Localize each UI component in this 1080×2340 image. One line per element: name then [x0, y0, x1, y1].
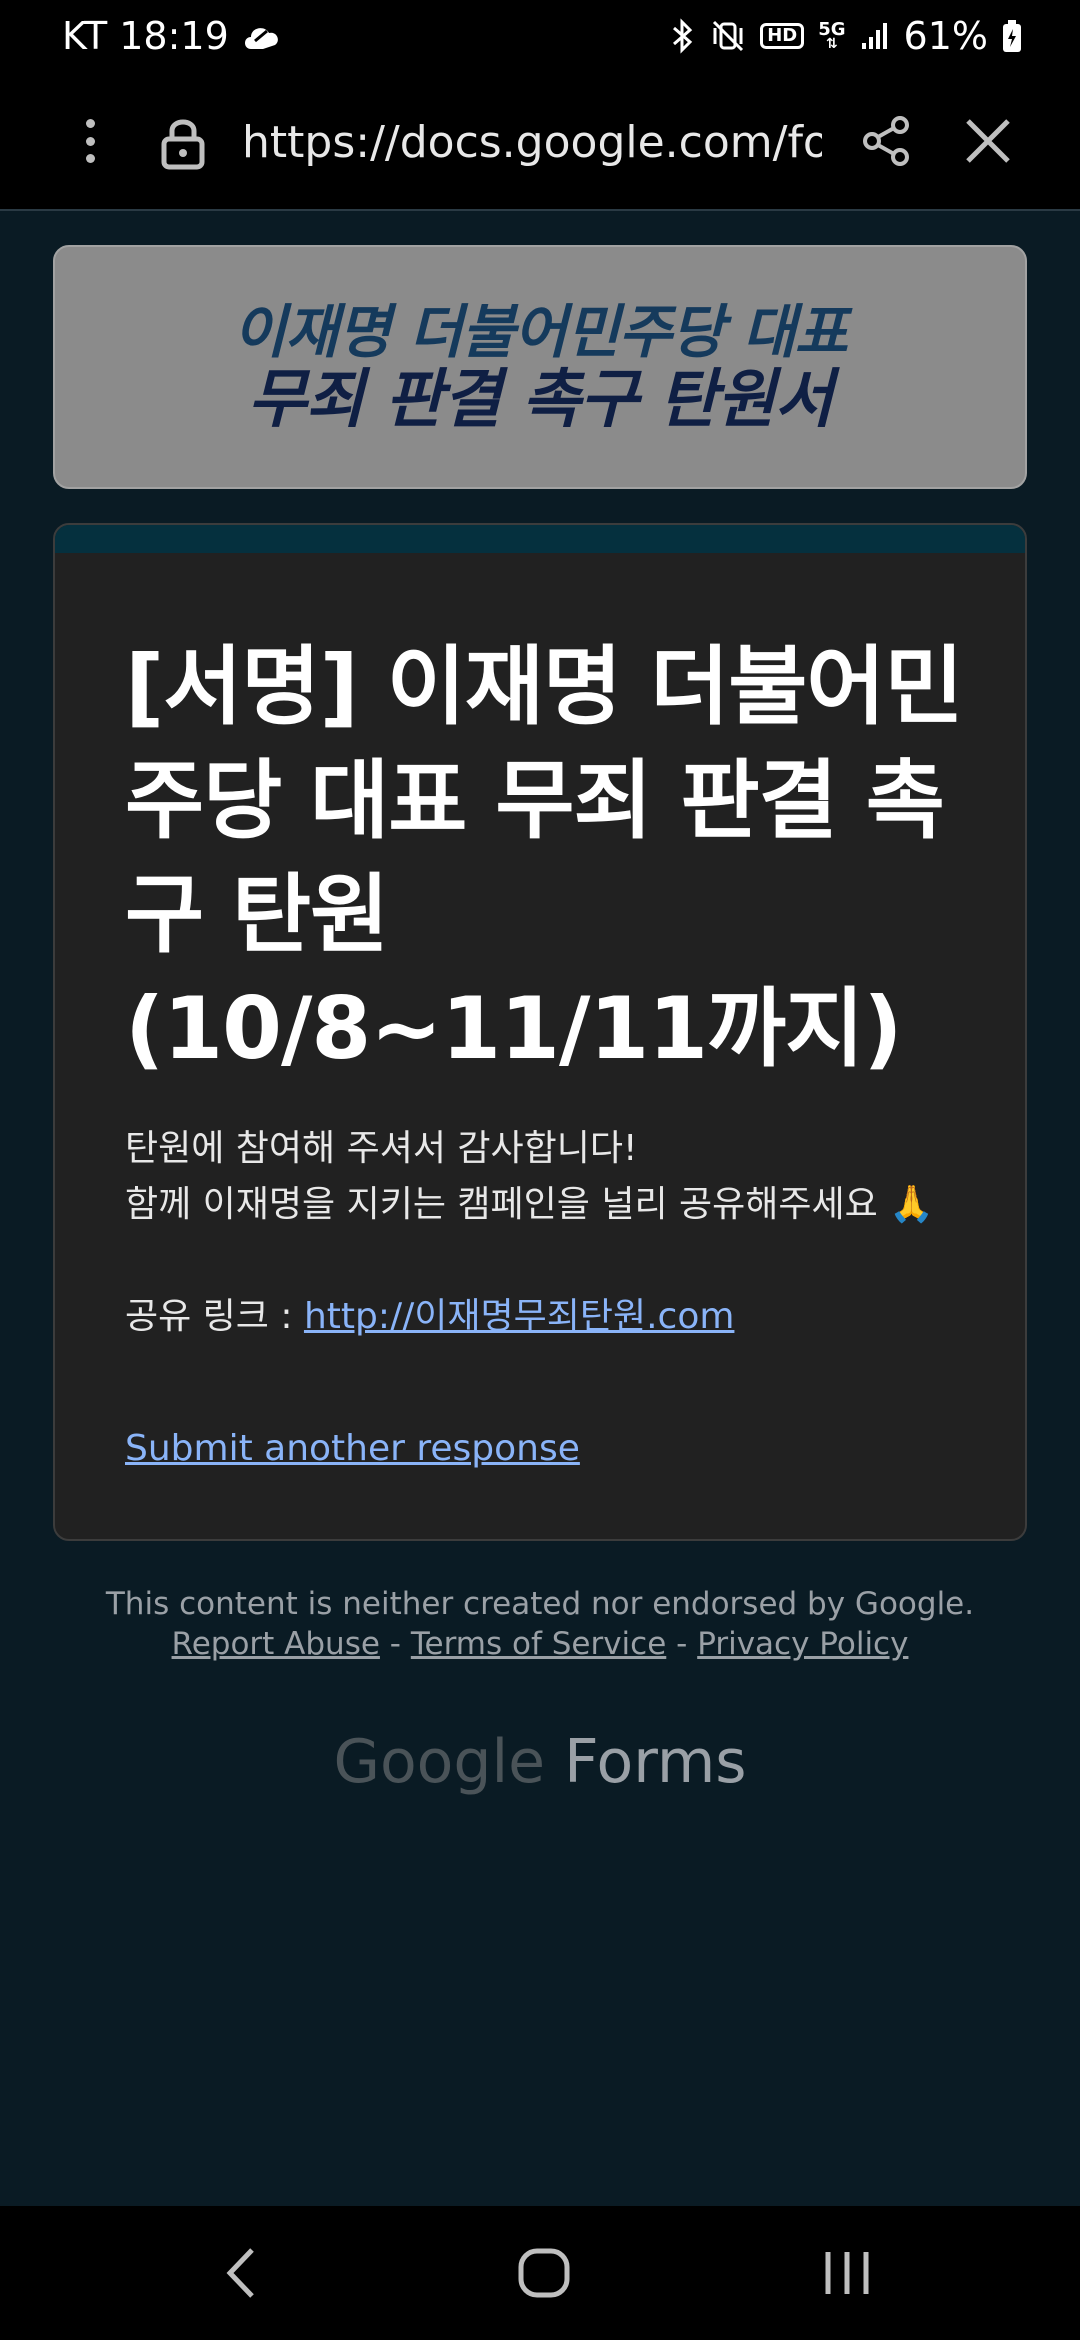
share-link-label: 공유 링크 :: [125, 1296, 304, 1337]
card-accent-bar: [55, 525, 1025, 553]
browser-toolbar: https://docs.google.com/forms/: [0, 75, 1080, 211]
footer-separator: -: [379, 1626, 411, 1662]
report-abuse-link[interactable]: Report Abuse: [172, 1626, 380, 1662]
status-bar: KT 18:19 HD 5G ⇅ 61%: [0, 0, 1080, 75]
url-display[interactable]: https://docs.google.com/forms/: [242, 113, 822, 173]
confirmation-message: 탄원에 참여해 주셔서 감사합니다! 함께 이재명을 지키는 캠페인을 널리 공…: [125, 1121, 1005, 1345]
network-type-icon: 5G ⇅: [818, 19, 846, 52]
navigation-bar: [0, 2206, 1080, 2340]
more-options-icon[interactable]: [70, 111, 110, 171]
footer: This content is neither created nor endo…: [0, 1584, 1080, 1664]
terms-link[interactable]: Terms of Service: [411, 1626, 666, 1662]
privacy-link[interactable]: Privacy Policy: [697, 1626, 908, 1662]
form-header-banner: 이재명 더불어민주당 대표 무죄 판결 촉구 탄원서: [53, 245, 1027, 489]
status-left: KT 18:19: [62, 14, 281, 58]
close-icon[interactable]: [964, 117, 1012, 170]
battery-charging-icon: [1002, 19, 1022, 53]
footer-separator: -: [666, 1626, 698, 1662]
banner-line1: 이재명 더불어민주당 대표: [232, 298, 848, 366]
confirmation-card: [서명] 이재명 더불어민주당 대표 무죄 판결 촉구 탄원(10/8~11/1…: [53, 523, 1027, 1541]
google-forms-logo[interactable]: Google Forms: [0, 1722, 1080, 1802]
bluetooth-icon: [670, 18, 696, 54]
disclaimer-text: This content is neither created nor endo…: [105, 1586, 975, 1622]
vibrate-mute-icon: [710, 18, 746, 54]
carrier-time: KT 18:19: [62, 14, 229, 58]
share-link-line: 공유 링크 : http://이재명무죄탄원.com: [125, 1289, 1005, 1345]
back-icon[interactable]: [222, 2244, 262, 2307]
lock-icon[interactable]: [160, 115, 206, 176]
signal-strength-icon: [860, 21, 890, 51]
submit-another-container: Submit another response: [125, 1421, 580, 1477]
form-title: [서명] 이재명 더불어민주당 대표 무죄 판결 촉구 탄원(10/8~11/1…: [125, 637, 964, 1079]
thanks-text: 탄원에 참여해 주셔서 감사합니다!: [125, 1128, 638, 1169]
battery-percent: 61%: [903, 14, 988, 58]
hd-voice-badge: HD: [760, 23, 805, 49]
footer-links: Report Abuse - Terms of Service - Privac…: [0, 1624, 1080, 1664]
screen: KT 18:19 HD 5G ⇅ 61% https://docs.google…: [0, 0, 1080, 2340]
status-right: HD 5G ⇅ 61%: [670, 14, 1022, 58]
share-link[interactable]: http://이재명무죄탄원.com: [304, 1296, 734, 1337]
home-icon[interactable]: [516, 2244, 572, 2307]
cloud-notification-icon: [241, 19, 281, 53]
share-prompt-text: 함께 이재명을 지키는 캠페인을 널리 공유해주세요 🙏: [125, 1184, 935, 1225]
recent-apps-icon[interactable]: [822, 2244, 872, 2307]
banner-line2: 무죄 판결 촉구 탄원서: [247, 363, 834, 437]
brand-google: Google: [333, 1727, 546, 1797]
share-icon[interactable]: [862, 115, 912, 172]
submit-another-link[interactable]: Submit another response: [125, 1428, 580, 1469]
brand-forms: Forms: [564, 1727, 747, 1797]
